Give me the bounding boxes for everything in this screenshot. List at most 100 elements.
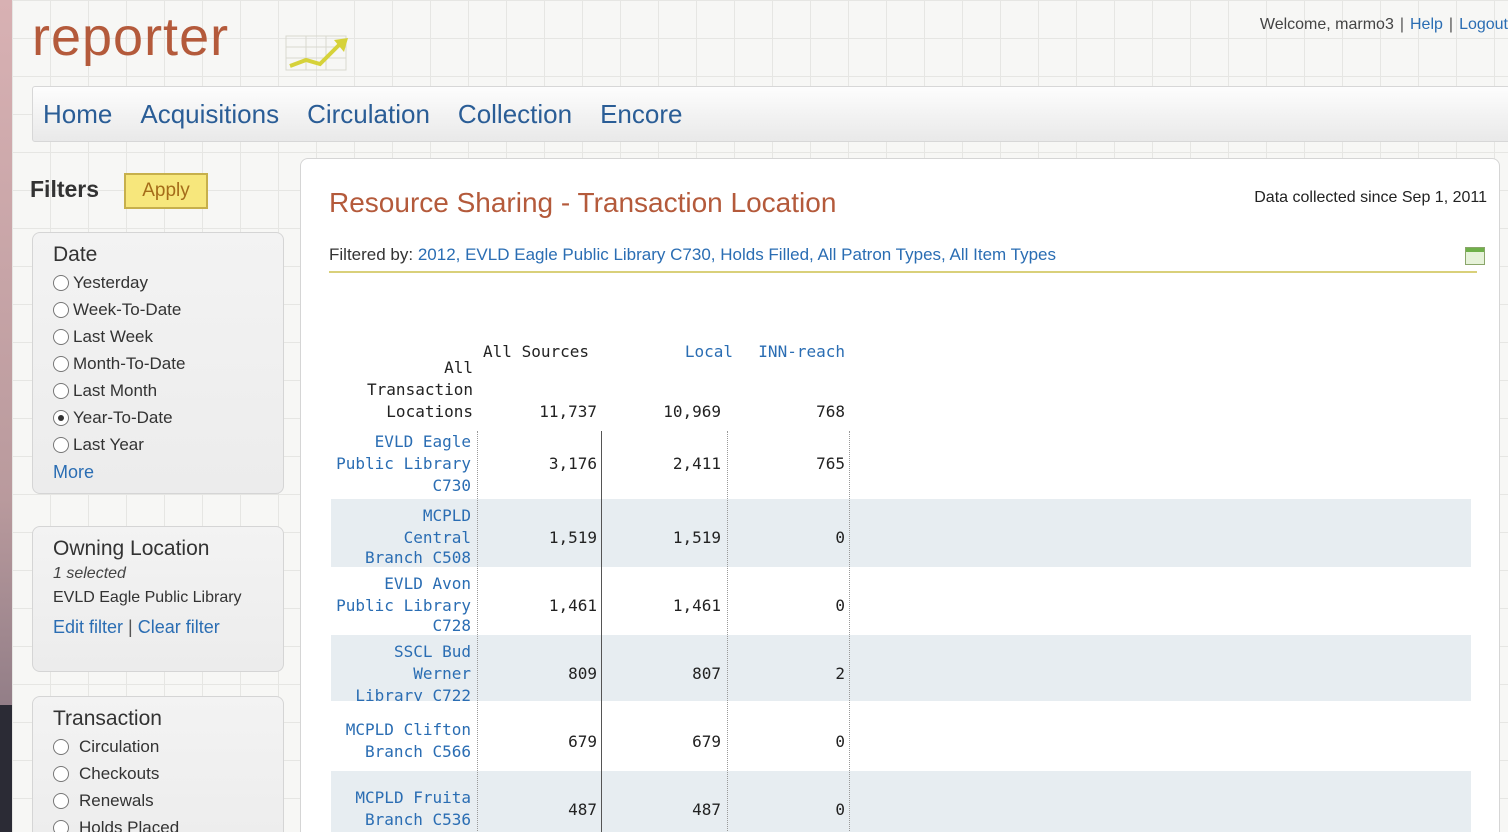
table-row: SSCL Bud Werner Library C722 809 807 2 xyxy=(331,635,1471,701)
cell-local: 487 xyxy=(692,800,721,819)
row-label-line[interactable]: Central xyxy=(331,527,471,549)
cell-inn-reach: 0 xyxy=(835,800,845,819)
cell-all-sources: 3,176 xyxy=(548,454,597,473)
date-option-month-to-date[interactable]: Month-To-Date xyxy=(53,350,263,377)
owning-location-panel: Owning Location 1 selected EVLD Eagle Pu… xyxy=(32,526,284,672)
cell-local: 679 xyxy=(692,732,721,751)
cell-inn-reach: 0 xyxy=(835,596,845,615)
report-panel: Resource Sharing - Transaction Location … xyxy=(300,158,1500,832)
owning-location-title: Owning Location xyxy=(53,537,210,560)
cell-inn-reach: 2 xyxy=(835,664,845,683)
apply-button[interactable]: Apply xyxy=(124,173,208,209)
row-label-line[interactable]: Branch C536 xyxy=(331,809,471,831)
row-label-line[interactable]: SSCL Bud xyxy=(331,641,471,663)
transaction-option-circulation[interactable]: Circulation xyxy=(53,733,263,760)
radio-icon[interactable] xyxy=(53,274,69,291)
table-row: MCPLD Clifton Branch C566 679 679 0 xyxy=(331,701,1471,771)
report-title: Resource Sharing - Transaction Location xyxy=(329,187,837,218)
row-label-line[interactable]: C728 xyxy=(331,617,471,635)
cell-local: 1,519 xyxy=(672,528,721,547)
cell-all-sources: 487 xyxy=(568,800,597,819)
row-label-line[interactable]: EVLD Eagle xyxy=(331,431,471,453)
user-links: Welcome, marmo3 | Help | Logout xyxy=(1259,16,1508,33)
total-inn-reach: 768 xyxy=(816,402,845,421)
nav-collection[interactable]: Collection xyxy=(458,99,572,130)
selected-count: 1 selected xyxy=(53,565,126,582)
table-row: EVLD Avon Public Library C728 1,461 1,46… xyxy=(331,567,1471,635)
cell-inn-reach: 0 xyxy=(835,732,845,751)
row-label-line[interactable]: MCPLD xyxy=(331,505,471,527)
date-more-link[interactable]: More xyxy=(53,462,263,483)
radio-icon[interactable] xyxy=(53,765,69,782)
total-label-line2: Transaction xyxy=(367,380,473,399)
table-row: MCPLD Fruita Branch C536 487 487 0 xyxy=(331,771,1471,832)
transaction-option-renewals[interactable]: Renewals xyxy=(53,787,263,814)
main-nav: Home Acquisitions Circulation Collection… xyxy=(32,86,1508,142)
date-option-last-month[interactable]: Last Month xyxy=(53,377,263,404)
date-option-last-year[interactable]: Last Year xyxy=(53,431,263,458)
radio-icon[interactable] xyxy=(53,355,69,372)
row-label-line[interactable]: MCPLD Clifton xyxy=(331,719,471,741)
data-collected-note: Data collected since Sep 1, 2011 xyxy=(1254,189,1487,206)
radio-icon[interactable] xyxy=(53,738,69,755)
filtered-by-label: Filtered by: xyxy=(329,245,414,264)
filtered-by-value[interactable]: 2012, EVLD Eagle Public Library C730, Ho… xyxy=(418,245,1056,264)
nav-home[interactable]: Home xyxy=(43,99,112,130)
radio-selected-icon[interactable] xyxy=(53,409,69,426)
row-label-line[interactable]: Library C722 xyxy=(331,685,471,701)
app-logo: reporter xyxy=(32,7,230,67)
radio-icon[interactable] xyxy=(53,382,69,399)
radio-icon[interactable] xyxy=(53,819,69,832)
column-divider xyxy=(849,431,850,832)
date-option-year-to-date[interactable]: Year-To-Date xyxy=(53,404,263,431)
row-label-line[interactable]: MCPLD Fruita xyxy=(331,787,471,809)
cell-all-sources: 1,461 xyxy=(548,596,597,615)
column-divider xyxy=(477,431,478,832)
clear-filter-link[interactable]: Clear filter xyxy=(138,617,220,637)
cell-all-sources: 809 xyxy=(568,664,597,683)
date-option-week-to-date[interactable]: Week-To-Date xyxy=(53,296,263,323)
table-row: EVLD Eagle Public Library C730 3,176 2,4… xyxy=(331,431,1471,499)
row-label-line[interactable]: EVLD Avon xyxy=(331,573,471,595)
filtered-by: Filtered by: 2012, EVLD Eagle Public Lib… xyxy=(329,245,1477,273)
cell-local: 2,411 xyxy=(672,454,721,473)
transaction-option-checkouts[interactable]: Checkouts xyxy=(53,760,263,787)
radio-icon[interactable] xyxy=(53,301,69,318)
col-local[interactable]: Local xyxy=(631,341,733,363)
row-label-line[interactable]: Public Library xyxy=(331,453,471,475)
date-option-last-week[interactable]: Last Week xyxy=(53,323,263,350)
col-all-sources: All Sources xyxy=(483,342,589,361)
cell-inn-reach: 0 xyxy=(835,528,845,547)
date-filter-title: Date xyxy=(53,243,98,266)
cell-local: 1,461 xyxy=(672,596,721,615)
edit-filter-link[interactable]: Edit filter xyxy=(53,617,123,637)
trend-chart-icon xyxy=(285,35,348,71)
selected-location: EVLD Eagle Public Library xyxy=(53,589,242,606)
row-label-line[interactable]: C730 xyxy=(331,475,471,497)
nav-encore[interactable]: Encore xyxy=(600,99,682,130)
row-label-line[interactable]: Public Library xyxy=(331,595,471,617)
row-label-line[interactable]: Werner xyxy=(331,663,471,685)
logout-link[interactable]: Logout xyxy=(1459,16,1508,33)
radio-icon[interactable] xyxy=(53,436,69,453)
help-link[interactable]: Help xyxy=(1410,16,1443,33)
col-inn-reach[interactable]: INN-reach xyxy=(741,341,845,363)
transaction-filter-panel: Transaction Circulation Checkouts Renewa… xyxy=(32,696,284,832)
date-filter-panel: Date Yesterday Week-To-Date Last Week Mo… xyxy=(32,232,284,494)
total-all-sources: 11,737 xyxy=(539,402,597,421)
transaction-option-holds-placed[interactable]: Holds Placed xyxy=(53,814,263,832)
total-label-line1: All xyxy=(444,358,473,377)
date-option-yesterday[interactable]: Yesterday xyxy=(53,269,263,296)
window-edge-dark xyxy=(0,705,12,832)
nav-circulation[interactable]: Circulation xyxy=(307,99,430,130)
column-divider xyxy=(601,431,602,832)
row-label-line[interactable]: Branch C566 xyxy=(331,741,471,763)
filters-heading: Filters xyxy=(30,176,100,202)
table-view-icon[interactable] xyxy=(1465,247,1485,265)
radio-icon[interactable] xyxy=(53,328,69,345)
radio-icon[interactable] xyxy=(53,792,69,809)
total-local: 10,969 xyxy=(663,402,721,421)
nav-acquisitions[interactable]: Acquisitions xyxy=(140,99,279,130)
row-label-line[interactable]: Branch C508 xyxy=(331,549,471,567)
column-divider xyxy=(727,431,728,832)
